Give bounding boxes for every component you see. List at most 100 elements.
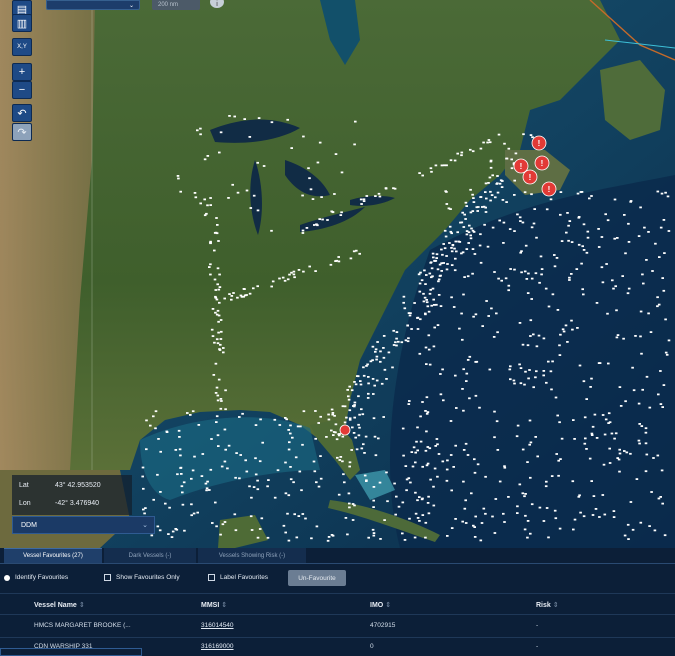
redo-button[interactable]: ↷ bbox=[12, 123, 32, 141]
vessel-marker bbox=[261, 441, 264, 444]
mmsi-link[interactable]: 316014540 bbox=[201, 622, 234, 629]
vessel-marker bbox=[598, 516, 601, 518]
zoom-out-button[interactable]: − bbox=[12, 81, 32, 99]
column-header-mmsi[interactable]: MMSI ⇕ bbox=[201, 601, 227, 609]
vessel-marker bbox=[613, 198, 617, 201]
vessel-marker bbox=[445, 255, 448, 257]
vessel-marker bbox=[219, 338, 223, 340]
show-favourites-only-checkbox[interactable]: Show Favourites Only bbox=[104, 574, 180, 581]
vessel-marker bbox=[664, 351, 668, 354]
column-header-imo[interactable]: IMO ⇕ bbox=[370, 601, 391, 609]
vessel-marker bbox=[245, 189, 249, 192]
vessel-marker bbox=[307, 167, 310, 170]
vessel-marker bbox=[213, 278, 217, 281]
distance-input[interactable]: 200 nm bbox=[152, 0, 200, 10]
identify-favourites-label: Identify Favourites bbox=[15, 574, 69, 581]
vessel-marker bbox=[534, 436, 537, 438]
vessel-marker bbox=[577, 216, 581, 218]
table-row[interactable]: HMCS MARGARET BROOKE (... 316014540 4702… bbox=[0, 615, 675, 637]
vessel-marker bbox=[450, 232, 453, 235]
vessel-marker bbox=[367, 392, 370, 395]
vessel-marker bbox=[405, 489, 408, 492]
vessel-marker bbox=[502, 512, 505, 515]
mmsi-link[interactable]: 316169000 bbox=[201, 643, 234, 650]
vessel-marker bbox=[424, 536, 427, 539]
vessel-marker bbox=[209, 197, 212, 199]
vessel-marker bbox=[357, 423, 360, 426]
vessel-marker bbox=[408, 517, 411, 520]
vessel-marker bbox=[641, 388, 644, 391]
vessel-marker bbox=[183, 529, 186, 532]
vessel-marker bbox=[603, 513, 607, 516]
vessel-marker bbox=[626, 292, 630, 295]
vessel-marker bbox=[509, 378, 512, 381]
column-header-vessel-name[interactable]: Vessel Name ⇕ bbox=[34, 601, 85, 609]
vessel-marker bbox=[256, 488, 260, 491]
vessel-marker bbox=[579, 511, 582, 514]
identify-favourites-radio[interactable]: Identify Favourites bbox=[4, 574, 68, 581]
vessel-marker bbox=[404, 339, 408, 342]
map-select-dropdown[interactable]: ⌄ bbox=[46, 0, 140, 10]
vessel-marker bbox=[266, 485, 269, 488]
coordinate-format-select[interactable]: DDM ⌄ bbox=[12, 516, 155, 534]
row-selection-outline bbox=[0, 648, 142, 656]
vessel-marker bbox=[347, 492, 351, 495]
zoom-in-button[interactable]: + bbox=[12, 63, 32, 81]
vessel-marker bbox=[424, 346, 428, 349]
vessel-marker bbox=[534, 376, 537, 379]
column-header-risk[interactable]: Risk ⇕ bbox=[536, 601, 559, 609]
vessel-marker bbox=[335, 259, 338, 262]
vessel-marker bbox=[419, 415, 422, 418]
vessel-marker bbox=[448, 242, 451, 244]
vessel-marker bbox=[523, 528, 527, 531]
tab-vessel-favourites[interactable]: Vessel Favourites (27) bbox=[4, 548, 102, 563]
vessel-marker bbox=[190, 514, 193, 517]
vessel-marker bbox=[521, 448, 525, 451]
vessel-marker bbox=[282, 524, 286, 527]
vessel-marker bbox=[223, 521, 227, 523]
unfavourite-button[interactable]: Un-Favourite bbox=[288, 570, 346, 586]
undo-button[interactable]: ↶ bbox=[12, 104, 32, 122]
vessel-marker bbox=[558, 354, 562, 356]
vessel-marker bbox=[428, 363, 432, 366]
vessel-marker bbox=[238, 416, 241, 418]
xy-coordinates-button[interactable]: X,Y bbox=[12, 38, 32, 56]
vessel-marker bbox=[444, 235, 448, 238]
vessel-marker bbox=[643, 226, 646, 229]
vessel-marker bbox=[624, 252, 627, 255]
vessel-marker bbox=[604, 418, 608, 421]
vessel-marker bbox=[613, 437, 616, 440]
vessel-marker bbox=[217, 331, 220, 334]
vessel-marker bbox=[425, 430, 428, 433]
vessel-marker bbox=[435, 257, 438, 259]
vessel-marker bbox=[496, 331, 499, 334]
vessel-marker bbox=[420, 279, 424, 282]
tab-vessels-showing-risk[interactable]: Vessels Showing Risk (-) bbox=[198, 548, 306, 563]
vessel-marker bbox=[547, 536, 550, 539]
show-favourites-only-label: Show Favourites Only bbox=[116, 574, 180, 581]
vessel-marker bbox=[555, 453, 558, 455]
vessel-marker bbox=[579, 191, 583, 193]
vessel-marker bbox=[421, 514, 425, 516]
vessel-marker bbox=[395, 344, 398, 347]
vessel-marker bbox=[565, 231, 568, 234]
vessel-marker bbox=[366, 397, 370, 399]
zoom-in-icon: + bbox=[18, 66, 26, 78]
label-favourites-checkbox[interactable]: Label Favourites bbox=[208, 574, 268, 581]
vessel-marker bbox=[215, 298, 219, 301]
vessel-marker bbox=[414, 491, 417, 494]
vessel-marker bbox=[416, 426, 419, 429]
book-icon[interactable]: ▥ bbox=[12, 14, 32, 32]
vessel-marker bbox=[289, 424, 292, 427]
vessel-marker bbox=[532, 333, 535, 336]
vessel-marker bbox=[414, 461, 417, 464]
vessel-marker bbox=[176, 175, 180, 177]
vessel-marker bbox=[623, 534, 627, 537]
vessel-marker bbox=[353, 504, 356, 507]
vessel-marker bbox=[644, 427, 648, 430]
vessel-marker bbox=[270, 285, 273, 288]
vessel-map[interactable]: !!!!! bbox=[0, 0, 675, 548]
tab-dark-vessels[interactable]: Dark Vessels (-) bbox=[104, 548, 196, 563]
vessel-marker bbox=[664, 318, 667, 321]
vessel-marker bbox=[286, 278, 290, 281]
